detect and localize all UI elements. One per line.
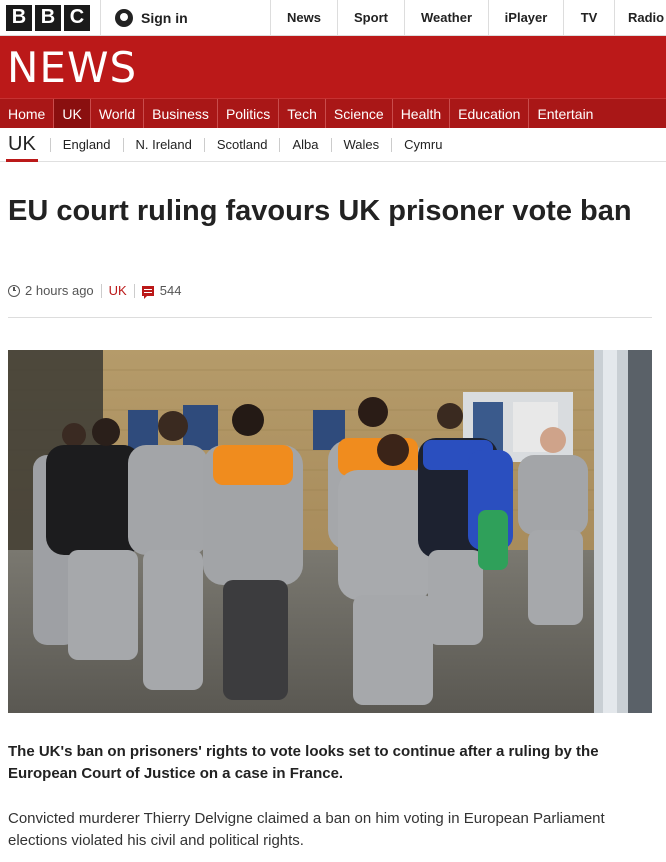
hero-image [8, 350, 652, 713]
meta-divider [100, 283, 102, 298]
bbc-logo-letter: C [64, 4, 90, 31]
sub-nav-current[interactable]: UK [6, 128, 38, 162]
top-nav-news[interactable]: News [270, 0, 337, 35]
section-nav-politics[interactable]: Politics [218, 99, 280, 128]
article-divider [8, 317, 652, 318]
masthead: B B C Sign in News Sport Weather iPlayer… [0, 0, 666, 36]
bbc-logo-letter: B [6, 4, 32, 31]
section-nav-uk[interactable]: UK [54, 99, 91, 128]
article-intro: The UK's ban on prisoners' rights to vot… [8, 743, 599, 782]
meta-divider [133, 283, 135, 298]
sub-nav-cymru[interactable]: Cymru [391, 137, 454, 152]
clock-icon [8, 284, 20, 297]
signin-link[interactable]: Sign in [100, 0, 270, 35]
article-timestamp: 2 hours ago [25, 283, 94, 298]
section-nav-science[interactable]: Science [326, 99, 393, 128]
top-nav-sport[interactable]: Sport [337, 0, 404, 35]
section-nav-education[interactable]: Education [450, 99, 530, 128]
top-nav: News Sport Weather iPlayer TV Radio [270, 0, 666, 35]
top-nav-weather[interactable]: Weather [404, 0, 488, 35]
sub-nav-alba[interactable]: Alba [279, 137, 330, 152]
news-banner: NEWS [0, 36, 666, 98]
comment-count[interactable]: 544 [160, 283, 182, 298]
section-nav-home[interactable]: Home [0, 99, 55, 128]
section-nav-entertainment[interactable]: Entertain [529, 99, 601, 128]
article-body-paragraph: Convicted murderer Thierry Delvigne clai… [8, 810, 605, 849]
signin-label: Sign in [141, 9, 188, 26]
top-nav-tv[interactable]: TV [563, 0, 614, 35]
section-nav-health[interactable]: Health [393, 99, 451, 128]
article-headline: EU court ruling favours UK prisoner vote… [8, 195, 632, 227]
section-nav-tech[interactable]: Tech [279, 99, 326, 128]
sub-nav-scotland[interactable]: Scotland [203, 137, 280, 152]
comment-icon[interactable] [141, 285, 154, 299]
bbc-logo[interactable]: B B C [0, 0, 100, 35]
sub-nav-wales[interactable]: Wales [330, 137, 392, 152]
sub-nav-england[interactable]: England [49, 137, 123, 152]
top-nav-iplayer[interactable]: iPlayer [488, 0, 563, 35]
top-nav-radio[interactable]: Radio [614, 0, 666, 35]
sub-nav: UK England N. Ireland Scotland Alba Wale… [0, 128, 666, 162]
section-nav-business[interactable]: Business [144, 99, 218, 128]
article-meta: 2 hours ago UK 544 [8, 283, 182, 299]
article-section-link[interactable]: UK [109, 283, 127, 298]
news-wordmark[interactable]: NEWS [7, 43, 137, 92]
section-nav-world[interactable]: World [91, 99, 145, 128]
section-nav: Home UK World Business Politics Tech Sci… [0, 98, 666, 128]
bbc-logo-letter: B [35, 4, 61, 31]
sub-nav-n-ireland[interactable]: N. Ireland [122, 137, 204, 152]
user-icon [115, 8, 133, 27]
